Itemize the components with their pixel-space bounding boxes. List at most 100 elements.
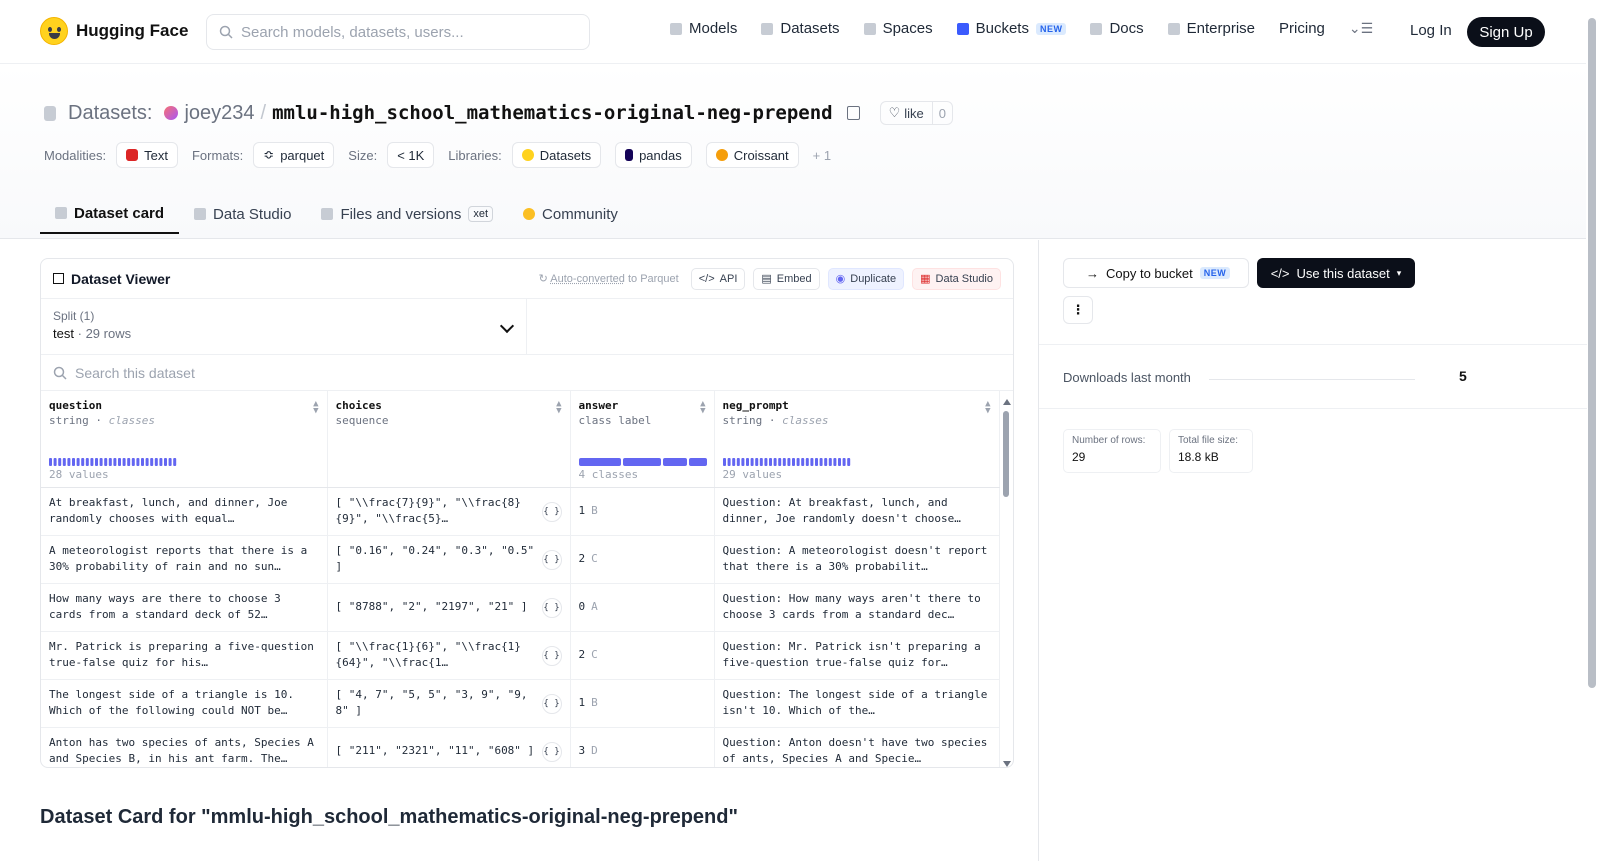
class-bar[interactable]	[578, 458, 621, 466]
histogram-bar[interactable]	[763, 458, 767, 466]
page-scrollbar-thumb[interactable]	[1588, 18, 1596, 688]
histogram-bar[interactable]	[805, 458, 809, 466]
histogram-bar[interactable]	[62, 458, 66, 466]
column-header-choices[interactable]: choices sequence ▲ ▼	[327, 391, 571, 488]
dataset-owner[interactable]: joey234	[184, 102, 254, 125]
sort-icon[interactable]: ▲ ▼	[313, 400, 318, 416]
histogram-bar[interactable]	[85, 458, 89, 466]
use-this-dataset-button[interactable]: </> Use this dataset ▾	[1257, 258, 1415, 288]
histogram-bar[interactable]	[782, 458, 786, 466]
histogram-bar[interactable]	[759, 458, 763, 466]
view-json-button[interactable]: { }	[541, 597, 562, 618]
sort-icon[interactable]: ▲ ▼	[556, 400, 561, 416]
histogram-bar[interactable]	[773, 458, 777, 466]
histogram-bar[interactable]	[754, 458, 758, 466]
duplicate-button[interactable]: ◉ Duplicate	[827, 267, 905, 290]
histogram-bar[interactable]	[72, 458, 75, 466]
cell-answer[interactable]: 2C	[570, 631, 715, 680]
like-count[interactable]: 0	[933, 102, 952, 124]
cell-question[interactable]: The longest side of a triangle is 10. Wh…	[41, 679, 328, 728]
embed-button[interactable]: ▤ Embed	[753, 267, 820, 290]
histogram-bar[interactable]	[76, 458, 80, 466]
histogram-bar[interactable]	[777, 458, 781, 466]
like-button[interactable]: ♡ like	[881, 102, 933, 124]
cell-answer[interactable]: 2C	[570, 535, 715, 584]
nav-datasets[interactable]: Datasets	[761, 20, 840, 37]
view-json-button[interactable]: { }	[541, 693, 562, 714]
histogram-bar[interactable]	[786, 458, 790, 466]
login-link[interactable]: Log In	[1410, 22, 1452, 39]
cell-choices[interactable]: [ "0.16", "0.24", "0.3", "0.5" ] { }	[327, 535, 571, 584]
cell-question[interactable]: A meteorologist reports that there is a …	[41, 535, 328, 584]
histogram-bar[interactable]	[819, 458, 823, 466]
histogram-question[interactable]	[49, 458, 179, 466]
histogram-bar[interactable]	[164, 458, 167, 466]
class-bar[interactable]	[662, 458, 687, 466]
view-json-button[interactable]: { }	[541, 549, 562, 570]
auto-converted-note[interactable]: ↻ Auto-converted to Parquet	[539, 272, 679, 285]
table-row[interactable]: Anton has two species of ants, Species A…	[41, 727, 1000, 767]
histogram-bar[interactable]	[118, 458, 121, 466]
histogram-bar[interactable]	[127, 458, 131, 466]
column-header-neg-prompt[interactable]: neg_prompt string · classes ▲ ▼ 29 values	[714, 391, 1000, 488]
tag-pandas[interactable]: pandas	[615, 142, 692, 168]
signup-button[interactable]: Sign Up	[1467, 17, 1545, 47]
cell-neg-prompt[interactable]: Question: Mr. Patrick isn't preparing a …	[714, 631, 1000, 680]
nav-enterprise[interactable]: Enterprise	[1167, 20, 1255, 37]
histogram-bar[interactable]	[99, 458, 103, 466]
tag-size[interactable]: < 1K	[387, 142, 435, 168]
histogram-bar[interactable]	[727, 458, 731, 466]
nav-docs[interactable]: Docs	[1090, 20, 1144, 37]
histogram-bar[interactable]	[740, 458, 744, 466]
histogram-bar[interactable]	[832, 458, 836, 466]
histogram-bar[interactable]	[842, 458, 846, 466]
histogram-bar[interactable]	[113, 458, 117, 466]
table-row[interactable]: A meteorologist reports that there is a …	[41, 535, 1000, 584]
api-button[interactable]: </> API	[690, 267, 746, 290]
tag-parquet[interactable]: ≎ parquet	[253, 142, 335, 168]
cell-choices[interactable]: [ "\\frac{1}{6}", "\\frac{1}{64}", "\\fr…	[327, 631, 571, 680]
histogram-bar[interactable]	[159, 458, 163, 466]
histogram-bar[interactable]	[67, 458, 71, 466]
nav-spaces[interactable]: Spaces	[863, 20, 933, 37]
cell-choices[interactable]: [ "\\frac{7}{9}", "\\frac{8}{9}", "\\fra…	[327, 487, 571, 536]
tab-community[interactable]: Community	[508, 194, 633, 234]
histogram-bar[interactable]	[731, 458, 735, 466]
tag-datasets-lib[interactable]: Datasets	[511, 142, 602, 168]
tab-files[interactable]: Files and versions xet	[306, 194, 508, 234]
histogram-bar[interactable]	[131, 458, 135, 466]
view-json-button[interactable]: { }	[541, 501, 562, 522]
cell-neg-prompt[interactable]: Question: At breakfast, lunch, and dinne…	[714, 487, 1000, 536]
histogram-bar[interactable]	[846, 458, 850, 466]
histogram-bar[interactable]	[154, 458, 158, 466]
cell-neg-prompt[interactable]: Question: A meteorologist doesn't report…	[714, 535, 1000, 584]
copy-icon[interactable]	[846, 106, 860, 120]
sort-icon[interactable]: ▲ ▼	[985, 400, 990, 416]
cell-question[interactable]: Mr. Patrick is preparing a five-question…	[41, 631, 328, 680]
brand-logo[interactable]: Hugging Face	[40, 17, 188, 45]
view-json-button[interactable]: { }	[541, 741, 562, 762]
nav-models[interactable]: Models	[670, 20, 737, 37]
histogram-bar[interactable]	[796, 458, 800, 466]
histogram-bar[interactable]	[95, 458, 98, 466]
dataset-search-input[interactable]	[75, 364, 475, 381]
cell-neg-prompt[interactable]: Question: The longest side of a triangle…	[714, 679, 1000, 728]
class-bar[interactable]	[622, 458, 661, 466]
histogram-bar[interactable]	[828, 458, 832, 466]
table-row[interactable]: The longest side of a triangle is 10. Wh…	[41, 679, 1000, 728]
histogram-bar[interactable]	[81, 458, 85, 466]
split-selector[interactable]: Split (1) test · 29 rows	[41, 299, 527, 355]
cell-neg-prompt[interactable]: Question: Anton doesn't have two species…	[714, 727, 1000, 767]
more-menu-icon[interactable]: ⌄☰	[1349, 20, 1373, 37]
dataset-name[interactable]: mmlu-high_school_mathematics-original-ne…	[272, 102, 833, 124]
table-row[interactable]: At breakfast, lunch, and dinner, Joe ran…	[41, 487, 1000, 536]
table-scrollbar-thumb[interactable]	[1003, 411, 1009, 497]
tab-data-studio[interactable]: Data Studio	[179, 194, 306, 234]
histogram-bar[interactable]	[104, 458, 108, 466]
histogram-bar[interactable]	[768, 458, 772, 466]
histogram-bar[interactable]	[141, 458, 144, 466]
histogram-bar[interactable]	[145, 458, 149, 466]
histogram-bar[interactable]	[49, 458, 52, 466]
histogram-bar[interactable]	[122, 458, 126, 466]
histogram-bar[interactable]	[814, 458, 818, 466]
